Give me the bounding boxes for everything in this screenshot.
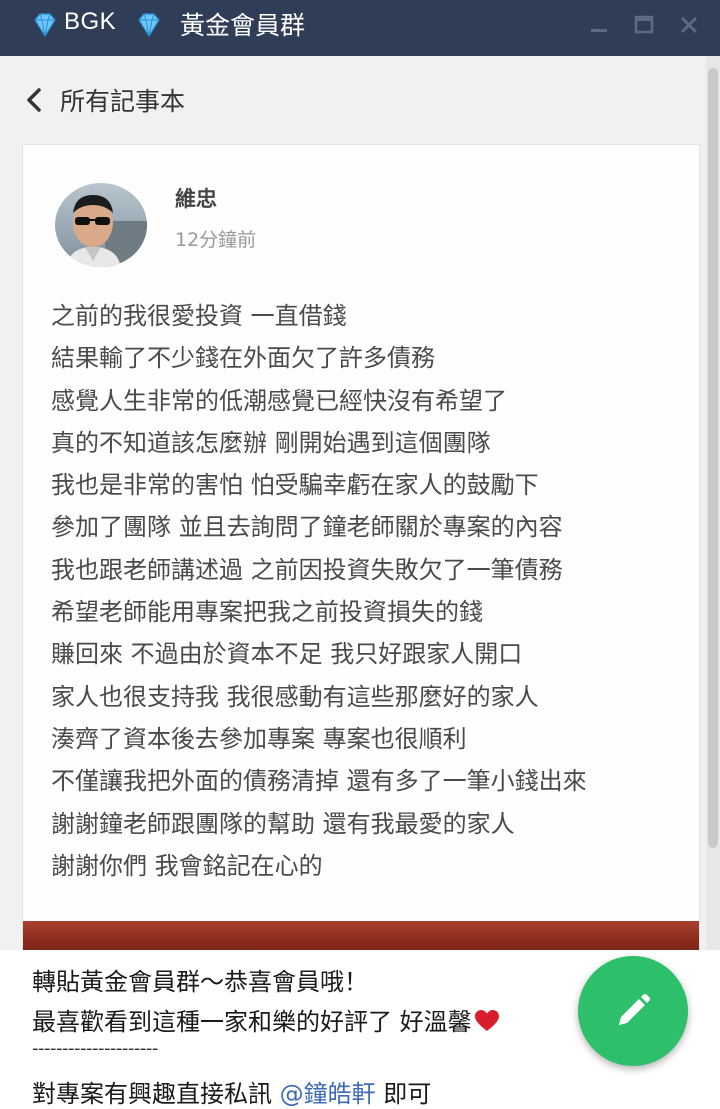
user-mention-link[interactable]: @鐘皓軒 xyxy=(280,1080,376,1108)
nav-bar: 所有記事本 xyxy=(0,56,720,148)
notes-view: 所有記事本 維忠 12分鐘前 之前的我很愛投資 一直借錢 結果輸了不少錢在外面欠… xyxy=(0,56,720,952)
author-name[interactable]: 維忠 xyxy=(175,183,217,213)
post-line: 感覺人生非常的低潮感覺已經快沒有希望了 xyxy=(51,386,507,415)
scrollbar-thumb[interactable] xyxy=(708,68,718,848)
post-line: 湊齊了資本後去參加專案 專案也很順利 xyxy=(51,724,467,753)
avatar[interactable] xyxy=(55,183,147,267)
attached-photo[interactable] xyxy=(23,921,699,951)
pencil-icon xyxy=(619,994,650,1025)
post-line: 家人也很支持我 我很感動有這些那麼好的家人 xyxy=(51,682,539,711)
back-to-all-notes-link[interactable]: 所有記事本 xyxy=(60,82,185,118)
window-titlebar: BGK 黃金會員群 xyxy=(0,0,720,56)
caption-line: 轉貼黃金會員群～恭喜會員哦！ xyxy=(32,968,368,996)
post-line: 我也跟老師講述過 之前因投資失敗欠了一筆債務 xyxy=(51,555,563,584)
post-line: 謝謝鐘老師跟團隊的幫助 還有我最愛的家人 xyxy=(51,809,515,838)
post-timestamp: 12分鐘前 xyxy=(175,229,257,251)
post-line: 結果輸了不少錢在外面欠了許多債務 xyxy=(51,344,435,373)
note-post-card: 維忠 12分鐘前 之前的我很愛投資 一直借錢 結果輸了不少錢在外面欠了許多債務 … xyxy=(22,144,700,952)
post-line: 希望老師能用專案把我之前投資損失的錢 xyxy=(51,598,483,627)
post-line: 謝謝你們 我會銘記在心的 xyxy=(51,851,323,880)
caption-line: 最喜歡看到這種一家和樂的好評了 好溫馨 xyxy=(32,1002,500,1037)
group-name: 黃金會員群 xyxy=(180,11,306,40)
brand-label: BGK xyxy=(64,8,117,35)
minimize-icon[interactable] xyxy=(588,14,610,36)
post-body: 之前的我很愛投資 一直借錢 結果輸了不少錢在外面欠了許多債務 感覺人生非常的低潮… xyxy=(51,295,691,887)
post-line: 不僅讓我把外面的債務清掉 還有多了一筆小錢出來 xyxy=(51,767,587,796)
post-line: 之前的我很愛投資 一直借錢 xyxy=(51,302,347,330)
back-arrow-icon[interactable] xyxy=(24,86,44,114)
post-line: 真的不知道該怎麼辦 剛開始遇到這個團隊 xyxy=(51,428,491,457)
heart-icon xyxy=(474,1010,499,1031)
post-line: 參加了團隊 並且去詢問了鐘老師關於專案的內容 xyxy=(51,513,563,542)
post-line: 我也是非常的害怕 怕受騙幸虧在家人的鼓勵下 xyxy=(51,471,539,500)
post-line: 賺回來 不過由於資本不足 我只好跟家人開口 xyxy=(51,640,523,669)
diamond-icon xyxy=(138,13,160,38)
maximize-icon[interactable] xyxy=(633,14,655,36)
caption-divider: --------------------- xyxy=(32,1038,158,1059)
diamond-icon xyxy=(34,13,56,38)
caption-text: 最喜歡看到這種一家和樂的好評了 好溫馨 xyxy=(32,1008,472,1036)
caption-text: 即可 xyxy=(375,1080,432,1108)
caption-text: 對專案有興趣直接私訊 xyxy=(32,1080,280,1108)
close-icon[interactable] xyxy=(678,14,700,36)
compose-fab-button[interactable] xyxy=(578,956,688,1066)
caption-line: 對專案有興趣直接私訊 @鐘皓軒 即可 xyxy=(32,1074,431,1109)
